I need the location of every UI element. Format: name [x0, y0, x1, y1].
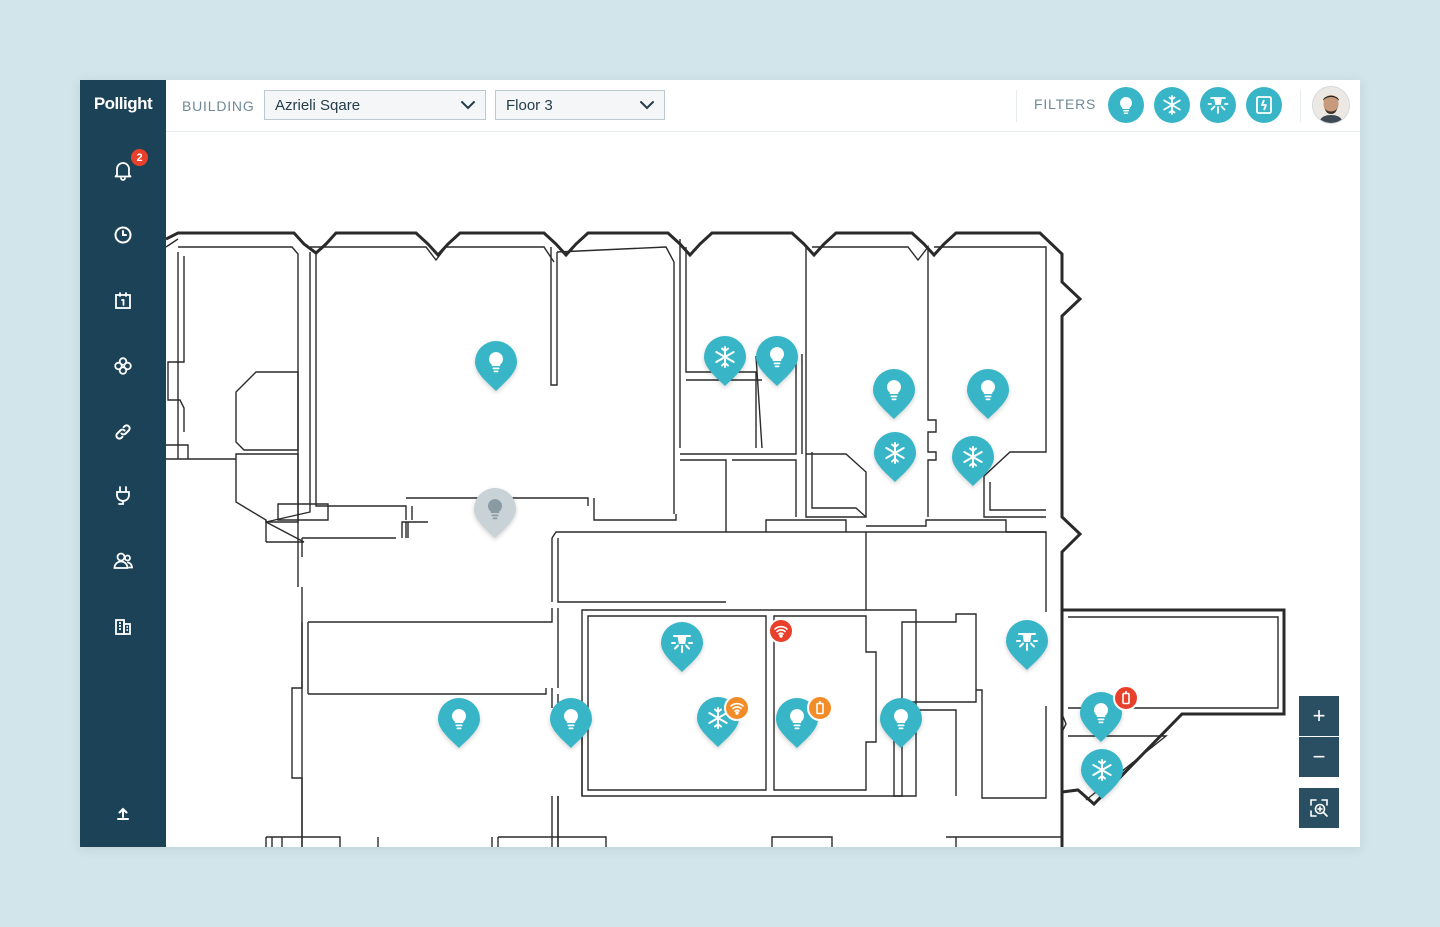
building-select[interactable]: Azrieli Sqare	[264, 90, 486, 120]
spotlight-pin-icon	[1006, 620, 1048, 670]
device-pin-bulb[interactable]	[871, 367, 917, 421]
bulb-pin-icon	[474, 488, 516, 538]
chevron-down-icon	[461, 101, 475, 110]
floor-plan	[166, 231, 1286, 847]
sidebar: Pollight 2	[80, 80, 166, 847]
bulb-pin-icon	[550, 698, 592, 748]
wifi-warning-badge[interactable]	[724, 695, 750, 721]
device-pin-ac[interactable]	[950, 434, 996, 488]
device-pin-bulb[interactable]	[473, 339, 519, 393]
upload-icon	[117, 807, 129, 820]
device-pin-ac[interactable]	[872, 430, 918, 484]
snowflake-icon	[1163, 95, 1181, 115]
bulb-pin-icon	[967, 369, 1009, 419]
filter-spotlight-button[interactable]	[1200, 87, 1236, 123]
notification-badge: 2	[131, 149, 148, 166]
top-bar: BUILDING Azrieli Sqare Floor 3 FILTERS	[166, 80, 1360, 132]
wifi-alert-badge[interactable]	[768, 618, 794, 644]
sidebar-item-history[interactable]	[103, 215, 143, 255]
device-pin-bulb[interactable]	[754, 334, 800, 388]
filter-ac-button[interactable]	[1154, 87, 1190, 123]
avatar-photo	[1313, 87, 1349, 123]
sidebar-item-schedule[interactable]	[103, 281, 143, 321]
link-icon	[115, 424, 131, 440]
calendar-icon	[115, 292, 131, 309]
sidebar-item-users[interactable]	[103, 541, 143, 581]
building-select-value: Azrieli Sqare	[275, 96, 361, 114]
sidebar-item-power[interactable]	[103, 475, 143, 515]
bulb-pin-icon	[873, 369, 915, 419]
floor-plan-map[interactable]	[166, 132, 1360, 847]
panel-icon	[1256, 96, 1272, 114]
spotlight-icon	[1207, 97, 1229, 114]
device-pin-spotlight[interactable]	[659, 620, 705, 674]
sidebar-item-links[interactable]	[103, 412, 143, 452]
bulb-pin-icon	[756, 336, 798, 386]
device-pin-bulb[interactable]	[965, 367, 1011, 421]
plug-icon	[116, 486, 130, 505]
filters-label: FILTERS	[1034, 96, 1097, 112]
spotlight-pin-icon	[661, 622, 703, 672]
building-label: BUILDING	[182, 98, 255, 114]
battery-warning-badge[interactable]	[807, 695, 833, 721]
divider	[1016, 90, 1017, 122]
zoom-in-button[interactable]: +	[1299, 696, 1339, 736]
device-pin-bulb[interactable]	[436, 696, 482, 750]
divider	[1300, 90, 1301, 122]
filter-panel-button[interactable]	[1246, 87, 1282, 123]
device-pin-bulb[interactable]	[548, 696, 594, 750]
chevron-down-icon	[640, 101, 654, 110]
bulb-pin-icon	[438, 698, 480, 748]
bulb-pin-icon	[880, 698, 922, 748]
clock-icon	[114, 226, 132, 244]
sidebar-collapse-button[interactable]	[103, 793, 143, 833]
floor-select[interactable]: Floor 3	[495, 90, 665, 120]
bulb-pin-icon	[475, 341, 517, 391]
ac-pin-icon	[704, 336, 746, 386]
zoom-out-button[interactable]: −	[1299, 737, 1339, 777]
zoom-fit-button[interactable]	[1299, 788, 1339, 828]
ac-pin-icon	[1081, 749, 1123, 799]
user-avatar[interactable]	[1312, 86, 1350, 124]
sidebar-item-notifications[interactable]: 2	[103, 149, 148, 190]
zoom-fit-icon	[1310, 799, 1328, 817]
sidebar-item-buildings[interactable]	[103, 607, 143, 647]
device-pin-bulb[interactable]	[878, 696, 924, 750]
battery-alert-badge[interactable]	[1113, 685, 1139, 711]
battery-icon	[1122, 691, 1130, 705]
device-pin-ac[interactable]	[1079, 747, 1125, 801]
battery-icon	[816, 701, 824, 715]
app-logo: Pollight	[93, 94, 153, 113]
filter-bulb-button[interactable]	[1108, 87, 1144, 123]
device-pin-spotlight[interactable]	[1004, 618, 1050, 672]
sidebar-item-scenes[interactable]	[103, 346, 143, 386]
device-pin-ac[interactable]	[702, 334, 748, 388]
ac-pin-icon	[952, 436, 994, 486]
wifi-icon	[774, 625, 788, 638]
device-pin-bulb-offline[interactable]	[472, 486, 518, 540]
flower-icon	[114, 357, 132, 375]
wifi-icon	[730, 702, 744, 715]
bulb-icon	[1120, 97, 1132, 114]
floor-select-value: Floor 3	[506, 96, 553, 114]
users-icon	[113, 552, 133, 569]
building-icon	[115, 619, 131, 635]
ac-pin-icon	[874, 432, 916, 482]
app-window: Pollight 2 BUILDING Azrieli Sqare Floor …	[80, 80, 1360, 847]
